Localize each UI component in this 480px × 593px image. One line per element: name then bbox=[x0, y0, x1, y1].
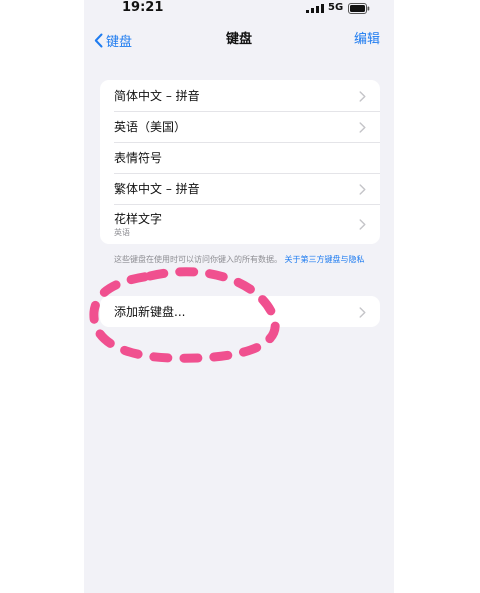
add-keyboard-button[interactable]: 添加新键盘... bbox=[100, 296, 380, 327]
nav-bar: 键盘 键盘 编辑 bbox=[84, 26, 394, 54]
keyboard-sublabel: 英语 bbox=[114, 227, 130, 237]
status-time: 19:21 bbox=[122, 0, 164, 15]
keyboard-row-simplified-pinyin[interactable]: 简体中文 – 拼音 bbox=[100, 80, 380, 111]
battery-icon bbox=[348, 3, 370, 14]
keyboard-row-emoji[interactable]: 表情符号 bbox=[100, 142, 380, 173]
footnote-text: 这些键盘在使用时可以访问你键入的所有数据。 bbox=[114, 255, 282, 264]
chevron-right-icon bbox=[359, 183, 366, 195]
add-keyboard-label: 添加新键盘... bbox=[114, 304, 186, 319]
keyboard-row-fancy-text[interactable]: 花样文字 英语 bbox=[100, 204, 380, 244]
add-keyboard-group: 添加新键盘... bbox=[100, 296, 380, 327]
privacy-link[interactable]: 关于第三方键盘与隐私 bbox=[285, 255, 365, 264]
keyboard-label: 繁体中文 – 拼音 bbox=[114, 181, 200, 196]
keyboard-label: 花样文字 bbox=[114, 211, 163, 226]
network-label: 5G bbox=[328, 2, 344, 13]
keyboard-row-traditional-pinyin[interactable]: 繁体中文 – 拼音 bbox=[100, 173, 380, 204]
phone-screen: 19:21 5G 键盘 键盘 编辑 简体中文 – 拼音 英语（美国） 表情符号 … bbox=[84, 0, 394, 593]
edit-button[interactable]: 编辑 bbox=[354, 30, 380, 50]
keyboard-label: 英语（美国） bbox=[114, 119, 187, 134]
keyboard-label: 简体中文 – 拼音 bbox=[114, 88, 200, 103]
chevron-right-icon bbox=[359, 219, 366, 230]
keyboard-label: 表情符号 bbox=[114, 150, 163, 165]
page-title: 键盘 bbox=[225, 32, 252, 47]
privacy-footnote: 这些键盘在使用时可以访问你键入的所有数据。 关于第三方键盘与隐私 bbox=[114, 254, 384, 265]
status-bar: 19:21 5G bbox=[84, 0, 394, 18]
chevron-right-icon bbox=[359, 306, 366, 318]
keyboard-row-english-us[interactable]: 英语（美国） bbox=[100, 111, 380, 142]
chevron-right-icon bbox=[359, 90, 366, 102]
chevron-right-icon bbox=[359, 121, 366, 133]
signal-icon bbox=[306, 4, 324, 13]
keyboard-list: 简体中文 – 拼音 英语（美国） 表情符号 繁体中文 – 拼音 花样文字 英语 bbox=[100, 80, 380, 244]
